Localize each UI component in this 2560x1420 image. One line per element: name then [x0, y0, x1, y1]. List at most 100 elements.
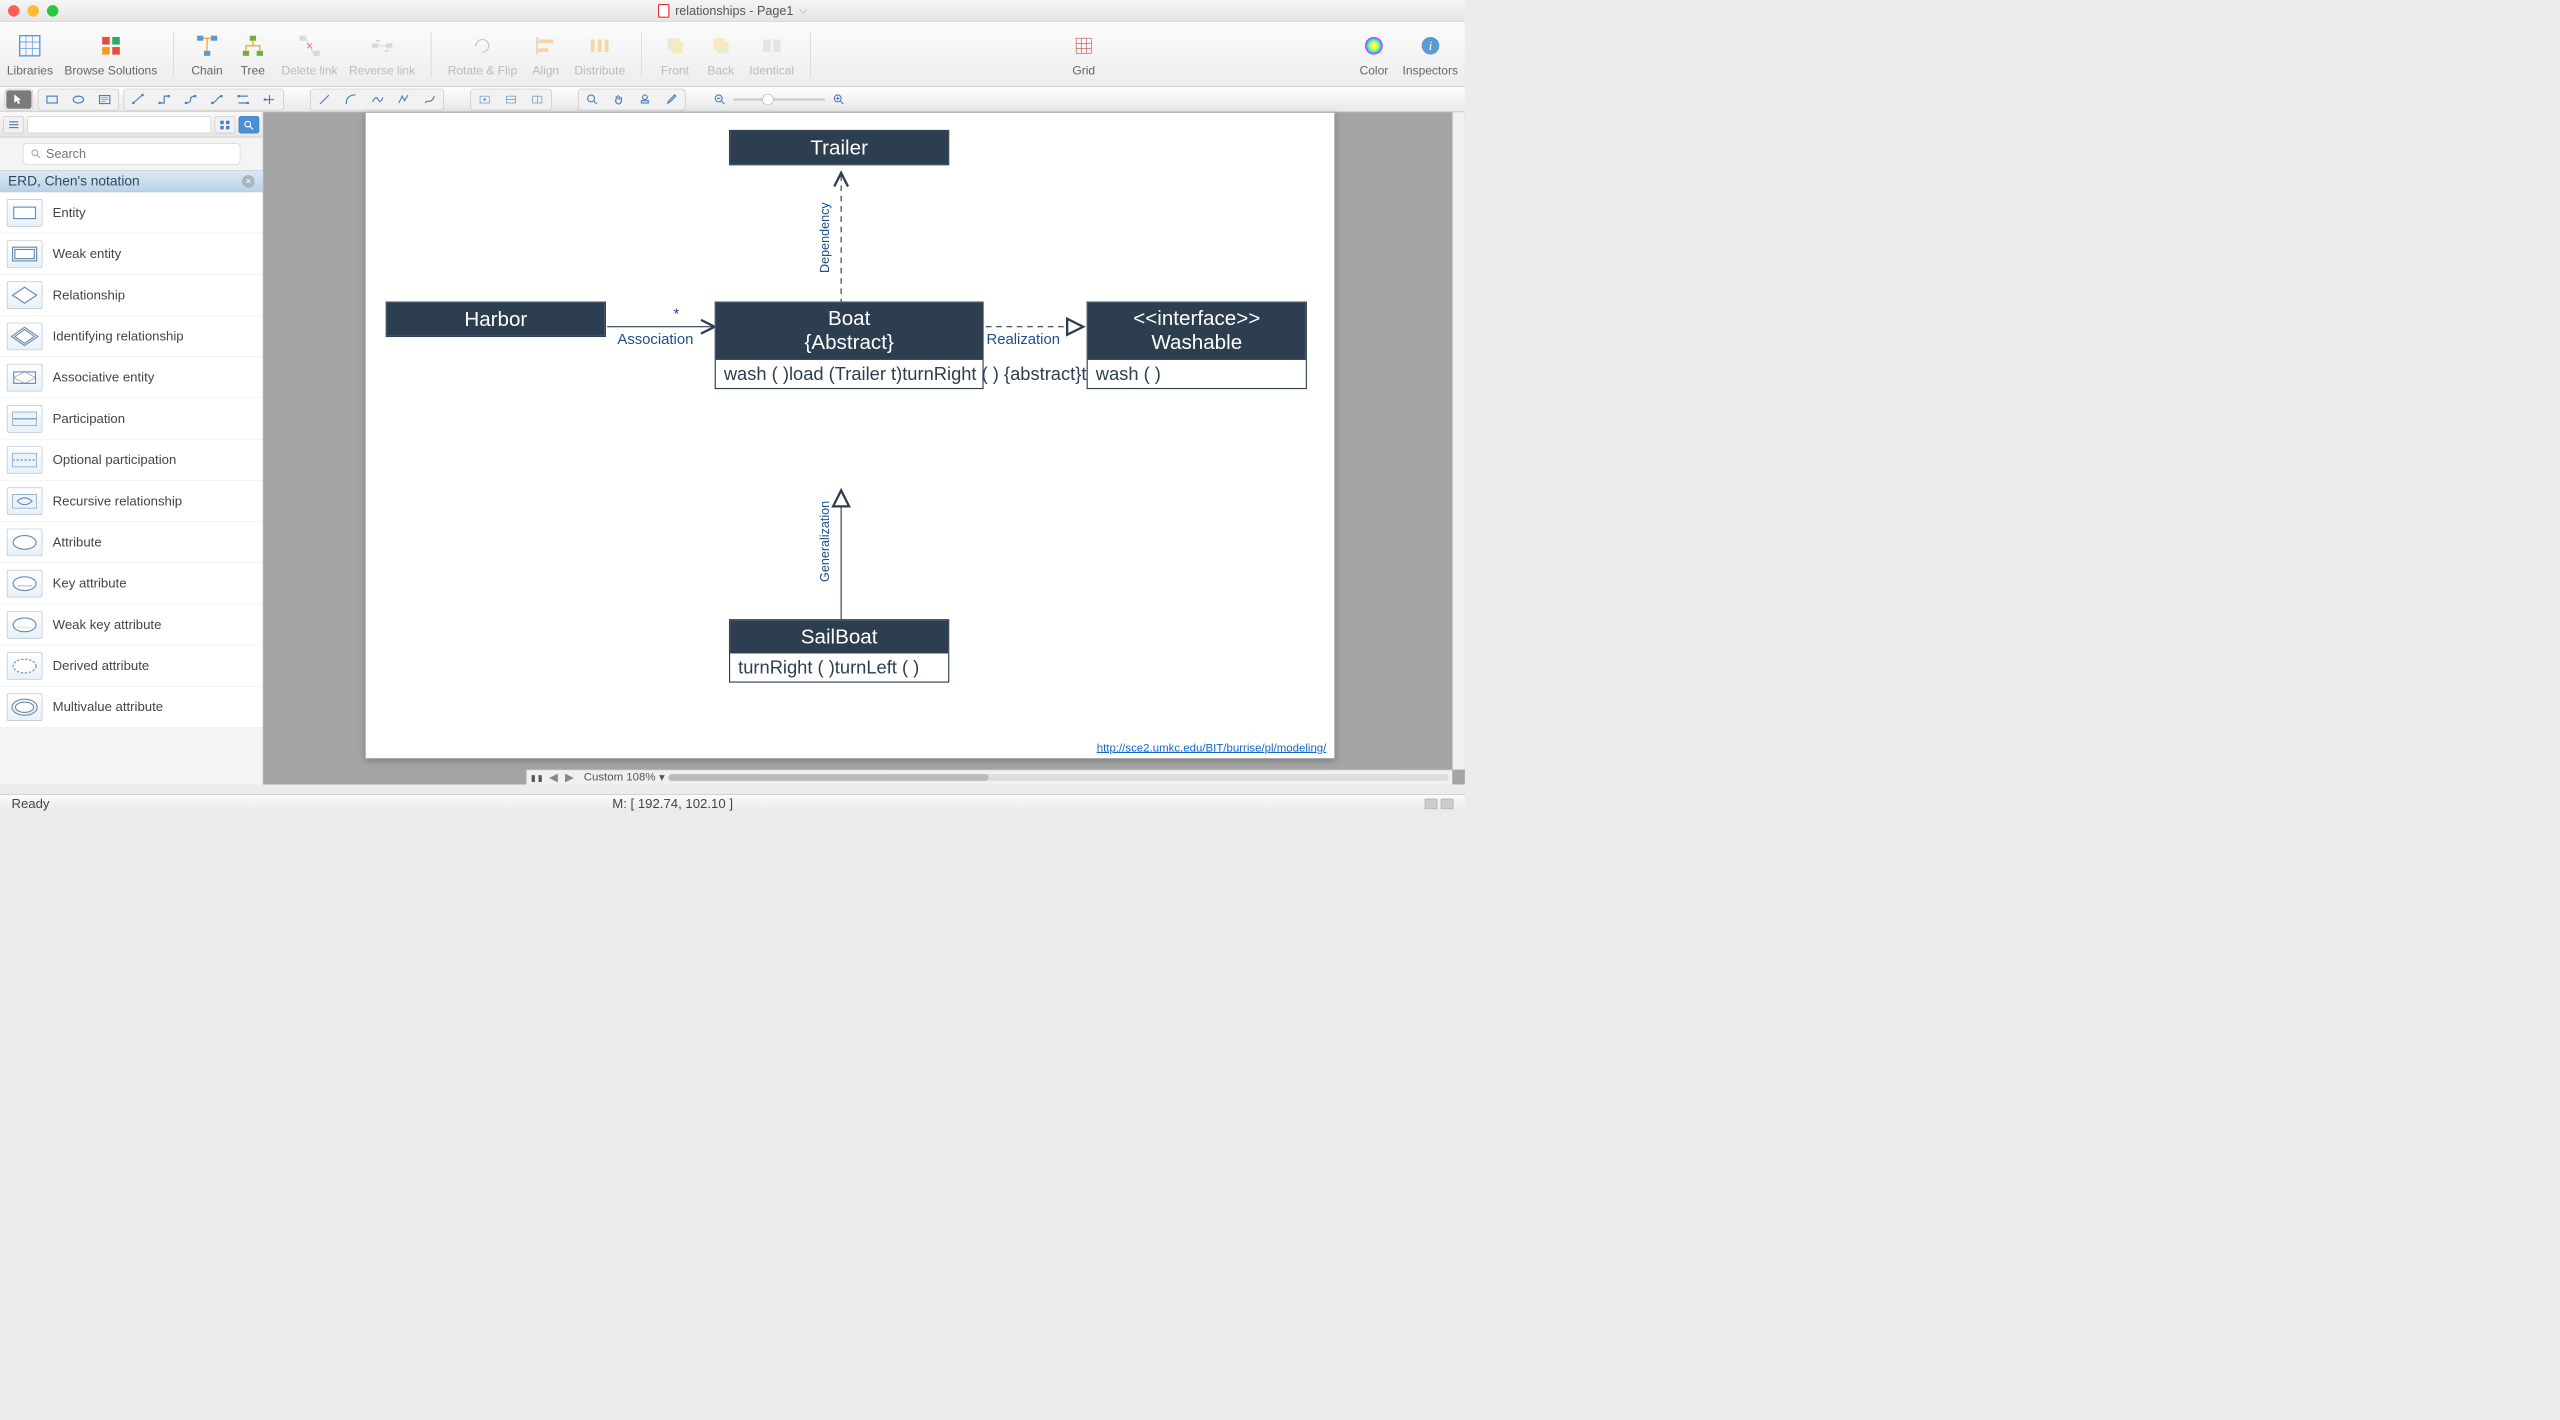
- conn3-tool[interactable]: [178, 90, 203, 108]
- title-dropdown-icon[interactable]: ⌵: [799, 5, 807, 17]
- lib-item[interactable]: Weak entity: [0, 233, 263, 274]
- lib-item[interactable]: Recursive relationship: [0, 481, 263, 522]
- rotate-flip-button[interactable]: Rotate & Flip: [448, 31, 517, 78]
- lib-item[interactable]: Attribute: [0, 522, 263, 563]
- next-page[interactable]: ▶: [563, 772, 576, 783]
- color-button[interactable]: Color: [1357, 31, 1391, 78]
- front-button[interactable]: Front: [658, 31, 692, 78]
- maximize-window[interactable]: [47, 5, 58, 16]
- uml-class-harbor[interactable]: Harbor: [386, 302, 606, 337]
- reverse-link-button[interactable]: Reverse link: [349, 31, 415, 78]
- delete-link-button[interactable]: Delete link: [281, 31, 337, 78]
- conn5-tool[interactable]: [231, 90, 256, 108]
- zoom-in-icon[interactable]: [832, 92, 846, 106]
- uml-class-sailboat[interactable]: SailBoat turnRight ( )turnLeft ( ): [729, 619, 949, 683]
- library-search[interactable]: [23, 143, 240, 165]
- lib-item[interactable]: Associative entity: [0, 357, 263, 398]
- lib-item[interactable]: Optional participation: [0, 439, 263, 480]
- snap2-tool[interactable]: [498, 90, 523, 108]
- library-view-toggle[interactable]: [3, 116, 24, 133]
- back-button[interactable]: Back: [704, 31, 738, 78]
- distribute-button[interactable]: Distribute: [574, 31, 625, 78]
- lib-item-thumb: [7, 322, 42, 349]
- conn2-tool[interactable]: [152, 90, 177, 108]
- lib-item[interactable]: Relationship: [0, 275, 263, 316]
- library-dropdown[interactable]: [27, 116, 211, 133]
- lib-item[interactable]: Derived attribute: [0, 645, 263, 686]
- align-button[interactable]: Align: [529, 31, 563, 78]
- browse-solutions-button[interactable]: Browse Solutions: [64, 31, 157, 78]
- source-link[interactable]: http://sce2.umkc.edu/BIT/burrise/pl/mode…: [1097, 742, 1327, 755]
- harbor-title: Harbor: [387, 303, 605, 336]
- association-label: Association: [617, 332, 693, 348]
- search-input[interactable]: [46, 146, 233, 161]
- text-block-tool[interactable]: [92, 90, 117, 108]
- grid-label: Grid: [1072, 64, 1095, 78]
- close-window[interactable]: [8, 5, 19, 16]
- library-grid-view[interactable]: [215, 116, 236, 133]
- library-panel-header: [0, 112, 263, 137]
- pan-tool[interactable]: [606, 90, 631, 108]
- snap3-tool[interactable]: [525, 90, 550, 108]
- snap1-tool[interactable]: [472, 90, 497, 108]
- status-icon-1[interactable]: [1425, 799, 1438, 809]
- ellipse-tool[interactable]: [66, 90, 91, 108]
- lib-item-label: Weak entity: [53, 246, 122, 261]
- identical-button[interactable]: Identical: [749, 31, 794, 78]
- line-tool[interactable]: [312, 90, 337, 108]
- lib-item[interactable]: Key attribute: [0, 563, 263, 604]
- lib-item[interactable]: Entity: [0, 192, 263, 233]
- inspectors-button[interactable]: i Inspectors: [1403, 31, 1458, 78]
- freehand-tool[interactable]: [417, 90, 442, 108]
- minimize-window[interactable]: [27, 5, 38, 16]
- uml-interface-washable[interactable]: <<interface>> Washable wash ( ): [1087, 302, 1307, 390]
- libraries-button[interactable]: Libraries: [7, 31, 53, 78]
- library-search-toggle[interactable]: [239, 116, 260, 133]
- conn6-tool[interactable]: [257, 90, 282, 108]
- library-list: Entity Weak entity RelationshipIdentifying…: [0, 192, 263, 784]
- sailboat-title: SailBoat: [730, 620, 948, 653]
- canvas-area[interactable]: * Association Dependency Realization Gen…: [263, 112, 1465, 784]
- window-title: relationships - Page1: [675, 3, 793, 18]
- zoom-stepper[interactable]: ▾: [659, 770, 665, 784]
- spline-tool[interactable]: [364, 90, 389, 108]
- status-icon-2[interactable]: [1441, 799, 1454, 809]
- front-label: Front: [661, 64, 689, 78]
- identical-label: Identical: [749, 64, 794, 78]
- pause-icon[interactable]: ▮▮: [530, 770, 544, 784]
- tree-button[interactable]: Tree: [236, 31, 270, 78]
- rect-tool[interactable]: [39, 90, 64, 108]
- zoom-label[interactable]: Custom 108%: [584, 771, 656, 784]
- conn1-tool[interactable]: [125, 90, 150, 108]
- select-tool[interactable]: [6, 90, 31, 108]
- zoom-slider[interactable]: [713, 92, 846, 106]
- stamp-tool[interactable]: [632, 90, 657, 108]
- vertical-scrollbar[interactable]: [1452, 112, 1465, 769]
- h-scrollbar[interactable]: [668, 774, 1449, 781]
- reverse-link-label: Reverse link: [349, 64, 415, 78]
- chain-label: Chain: [191, 64, 222, 78]
- category-close-icon[interactable]: ✕: [242, 175, 255, 188]
- grid-button[interactable]: Grid: [1067, 31, 1101, 78]
- zoom-tool[interactable]: [580, 90, 605, 108]
- lib-item[interactable]: Identifying relationship: [0, 316, 263, 357]
- lib-item-thumb: [7, 240, 42, 267]
- mult-label: *: [673, 307, 679, 323]
- mouse-coords: M: [ 192.74, 102.10 ]: [612, 796, 733, 811]
- polyline-tool[interactable]: [391, 90, 416, 108]
- arc-tool[interactable]: [338, 90, 363, 108]
- chain-button[interactable]: Chain: [190, 31, 224, 78]
- color-label: Color: [1360, 64, 1389, 78]
- drawing-canvas[interactable]: * Association Dependency Realization Gen…: [365, 112, 1335, 759]
- sailboat-methods: turnRight ( )turnLeft ( ): [730, 653, 948, 681]
- lib-item[interactable]: Participation: [0, 398, 263, 439]
- conn4-tool[interactable]: [204, 90, 229, 108]
- uml-class-boat[interactable]: Boat {Abstract} wash ( )load (Trailer t)…: [715, 302, 984, 390]
- uml-class-trailer[interactable]: Trailer: [729, 130, 949, 165]
- lib-item[interactable]: Weak key attribute: [0, 604, 263, 645]
- eyedropper-tool[interactable]: [659, 90, 684, 108]
- prev-page[interactable]: ◀: [547, 772, 560, 783]
- lib-item[interactable]: Multivalue attribute: [0, 687, 263, 728]
- zoom-out-icon[interactable]: [713, 92, 727, 106]
- category-header[interactable]: ERD, Chen's notation ✕: [0, 171, 263, 193]
